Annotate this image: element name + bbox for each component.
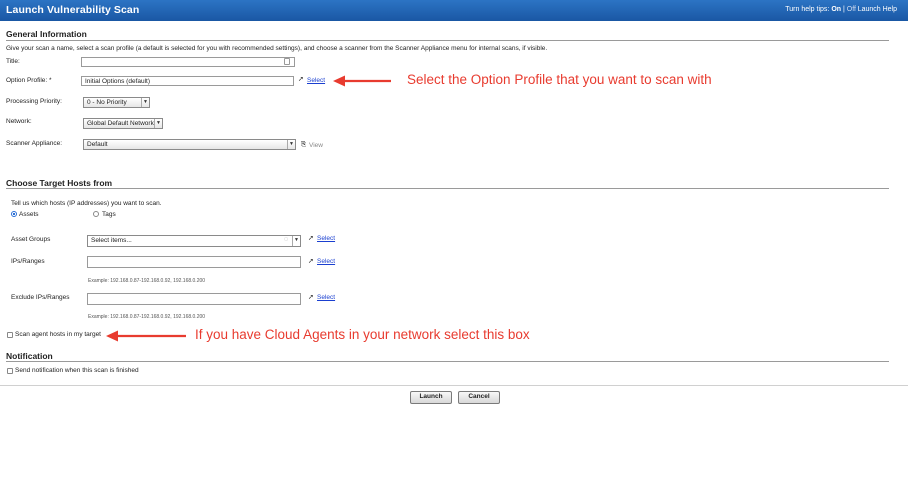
ips-ranges-select-link[interactable]: Select [317, 258, 335, 265]
help-tips-on[interactable]: On [831, 6, 841, 13]
annotation-arrow-left [106, 330, 186, 342]
network-select[interactable]: Global Default Network ▼ [83, 118, 163, 129]
notification-divider [6, 361, 889, 362]
processing-priority-value: 0 - No Priority [87, 99, 127, 106]
cloud-agents-annotation: If you have Cloud Agents in your network… [195, 327, 530, 342]
loading-spinner-icon: ◌ [283, 236, 288, 243]
exclude-example: Example: 192.168.0.87-192.168.0.92, 192.… [88, 314, 206, 320]
text-format-icon[interactable] [284, 58, 290, 65]
target-description: Tell us which hosts (IP addresses) you w… [11, 200, 162, 207]
footer-divider [0, 385, 908, 386]
title-bar: Launch Vulnerability Scan Turn help tips… [0, 0, 908, 21]
asset-groups-placeholder: Select items... [91, 237, 132, 244]
asset-groups-select-link[interactable]: Select [317, 235, 335, 242]
send-notification-checkbox[interactable] [7, 368, 13, 374]
chevron-down-icon: ▼ [141, 98, 149, 107]
general-divider [6, 40, 889, 41]
asset-groups-label: Asset Groups [11, 236, 51, 243]
scan-agent-hosts-label: Scan agent hosts in my target [15, 331, 101, 338]
processing-priority-select[interactable]: 0 - No Priority ▼ [83, 97, 150, 108]
ips-ranges-input[interactable] [87, 256, 301, 268]
processing-priority-label: Processing Priority: [6, 98, 62, 105]
asset-groups-select[interactable]: Select items... ◌ ▼ [87, 235, 301, 247]
ips-ranges-label: IPs/Ranges [11, 258, 45, 265]
view-icon: ⎘ [301, 141, 307, 148]
scanner-view-link[interactable]: View [309, 142, 323, 149]
scan-agent-hosts-checkbox[interactable] [7, 332, 13, 338]
launch-button[interactable]: Launch [410, 391, 452, 404]
select-cursor-icon: ➚ [298, 76, 304, 83]
select-cursor-icon: ➚ [308, 294, 314, 301]
option-profile-label: Option Profile: * [6, 77, 52, 84]
select-cursor-icon: ➚ [308, 258, 314, 265]
page-title: Launch Vulnerability Scan [6, 4, 140, 16]
chevron-down-icon: ▼ [154, 119, 162, 128]
scanner-appliance-select[interactable]: Default ▼ [83, 139, 296, 150]
general-description: Give your scan a name, select a scan pro… [6, 45, 548, 52]
tags-radio[interactable] [93, 211, 99, 217]
select-cursor-icon: ➚ [308, 235, 314, 242]
cancel-button[interactable]: Cancel [458, 391, 500, 404]
target-divider [6, 188, 889, 189]
chevron-down-icon: ▼ [292, 236, 300, 246]
help-tips-prefix: Turn help tips: [785, 6, 830, 13]
help-tips-separator: | [843, 6, 845, 13]
tags-radio-label: Tags [102, 211, 116, 218]
option-profile-select-link[interactable]: Select [307, 77, 325, 84]
chevron-down-icon: ▼ [287, 140, 295, 149]
network-label: Network: [6, 118, 32, 125]
assets-radio-label: Assets [19, 211, 39, 218]
launch-help-link[interactable]: Launch Help [858, 6, 897, 13]
assets-radio[interactable] [11, 211, 17, 217]
notification-heading: Notification [6, 351, 53, 361]
target-hosts-heading: Choose Target Hosts from [6, 178, 113, 188]
ips-example: Example: 192.168.0.87-192.168.0.92, 192.… [88, 278, 206, 284]
send-notification-label: Send notification when this scan is fini… [15, 367, 139, 374]
exclude-ips-select-link[interactable]: Select [317, 294, 335, 301]
title-input[interactable] [81, 57, 295, 67]
scanner-appliance-label: Scanner Appliance: [6, 140, 63, 147]
title-label: Title: [6, 58, 20, 65]
annotation-arrow-left [333, 75, 391, 87]
exclude-ips-input[interactable] [87, 293, 301, 305]
general-information-heading: General Information [6, 29, 87, 39]
option-profile-field[interactable]: Initial Options (default) [81, 76, 294, 86]
scanner-appliance-value: Default [87, 141, 108, 148]
help-tips-toggle: Turn help tips: On | Off [785, 6, 856, 13]
help-tips-off[interactable]: Off [847, 6, 856, 13]
network-value: Global Default Network [87, 120, 154, 127]
exclude-ips-label: Exclude IPs/Ranges [11, 294, 70, 301]
option-profile-annotation: Select the Option Profile that you want … [407, 72, 712, 87]
